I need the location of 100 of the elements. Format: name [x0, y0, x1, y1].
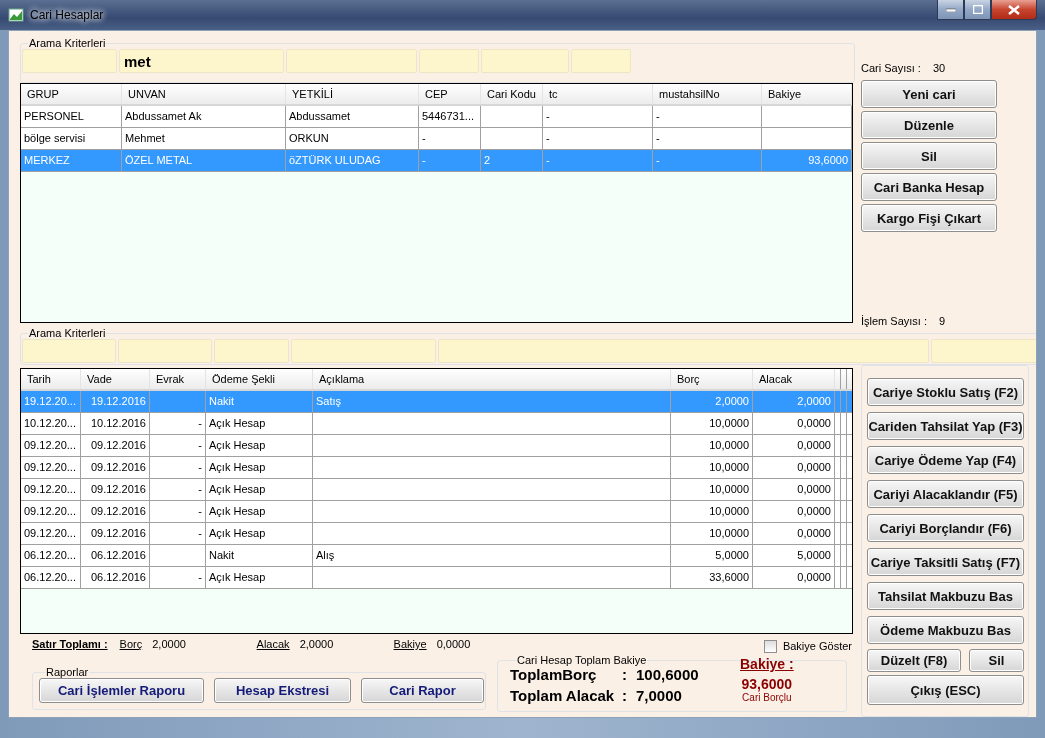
table-row[interactable]: 10.12.20... 10.12.2016 - Açık Hesap 10,0000 0,0000 — [21, 413, 852, 435]
action-button[interactable]: Cariye Taksitli Satış (F7) — [867, 548, 1024, 576]
column-header[interactable]: Vade — [81, 369, 150, 389]
action-button[interactable]: Düzenle — [861, 111, 997, 139]
table-cell: - — [150, 567, 206, 588]
column-header[interactable]: Tarih — [21, 369, 81, 389]
table-row[interactable]: 09.12.20... 09.12.2016 - Açık Hesap 10,0000 0,0000 — [21, 457, 852, 479]
action-button[interactable]: Sil — [861, 142, 997, 170]
column-header[interactable]: YETKİLİ — [286, 84, 419, 104]
close-icon — [1008, 4, 1020, 15]
total-label: Toplam Alacak — [510, 687, 616, 704]
table-cell: 06.12.2016 — [81, 545, 150, 566]
column-header[interactable]: UNVAN — [122, 84, 286, 104]
table-cell: öZTÜRK ULUDAG — [286, 150, 419, 171]
table-row[interactable]: 06.12.20... 06.12.2016 Nakit Alış 5,0000 5,0000 — [21, 545, 852, 567]
input-field[interactable] — [419, 49, 479, 73]
column-header[interactable]: Evrak — [150, 369, 206, 389]
table-row[interactable]: bölge servisi Mehmet ORKUN - - - — [21, 128, 852, 150]
table-row[interactable]: PERSONEL Abdussamet Ak Abdussamet 5446731... - - — [21, 106, 852, 128]
totals-label: Satır Toplamı : — [32, 638, 108, 650]
column-header[interactable]: CEP — [419, 84, 481, 104]
input-field[interactable] — [571, 49, 631, 73]
action-button[interactable]: Cari Banka Hesap — [861, 173, 997, 201]
column-header[interactable]: tc — [543, 84, 653, 104]
delete-button[interactable]: Sil — [969, 649, 1024, 672]
input-field[interactable] — [291, 339, 436, 363]
totals-item-label: Bakiye — [393, 638, 427, 650]
balance-value: 93,6000 — [741, 676, 793, 692]
table-cell: - — [150, 413, 206, 434]
table-cell: Açık Hesap — [206, 479, 313, 500]
count-label: Cari Sayısı : — [861, 62, 921, 74]
table-cell: 06.12.20... — [21, 567, 81, 588]
maximize-button[interactable] — [964, 0, 991, 20]
table-cell: 09.12.2016 — [81, 457, 150, 478]
action-button[interactable]: Ödeme Makbuzu Bas — [867, 616, 1024, 644]
table-cell: 09.12.20... — [21, 457, 81, 478]
minimize-button[interactable] — [937, 0, 964, 20]
report-button[interactable]: Cari İşlemler Raporu — [39, 678, 204, 703]
balance-status: Cari Borçlu — [742, 692, 792, 703]
table-row[interactable]: 09.12.20... 09.12.2016 - Açık Hesap 10,0000 0,0000 — [21, 479, 852, 501]
input-field[interactable] — [286, 49, 417, 73]
action-button[interactable]: Tahsilat Makbuzu Bas — [867, 582, 1024, 610]
column-header[interactable]: Alacak — [753, 369, 835, 389]
exit-button[interactable]: Çıkış (ESC) — [867, 675, 1024, 705]
totals-item-value: 2,0000 — [152, 638, 186, 650]
table-cell: 19.12.20... — [21, 391, 81, 412]
table-cell: 09.12.2016 — [81, 501, 150, 522]
table-cell: Satış — [313, 391, 671, 412]
action-button[interactable]: Cariyi Alacaklandır (F5) — [867, 480, 1024, 508]
close-button[interactable] — [991, 0, 1037, 20]
count-label: İşlem Sayısı : — [861, 315, 928, 327]
column-header[interactable]: Ödeme Şekli — [206, 369, 313, 389]
table-cell: Açık Hesap — [206, 501, 313, 522]
table-cell: 09.12.2016 — [81, 435, 150, 456]
action-button[interactable]: Yeni cari — [861, 80, 997, 108]
table-cell: - — [150, 523, 206, 544]
table-cell: 09.12.20... — [21, 523, 81, 544]
input-field[interactable] — [214, 339, 289, 363]
table-cell: 10.12.2016 — [81, 413, 150, 434]
table-cell: 0,0000 — [753, 479, 835, 500]
table-cell: 09.12.20... — [21, 501, 81, 522]
input-field[interactable] — [481, 49, 569, 73]
window-title: Cari Hesaplar — [30, 8, 104, 22]
group-label: Arama Kriterleri — [28, 37, 107, 49]
column-header[interactable]: Bakiye — [762, 84, 852, 104]
table-cell: - — [419, 128, 481, 149]
report-button[interactable]: Hesap Ekstresi — [214, 678, 351, 703]
total-value: 7,0000 — [636, 687, 682, 704]
input-field[interactable] — [22, 49, 117, 73]
action-button[interactable]: Cariden Tahsilat Yap (F3) — [867, 412, 1024, 440]
table-cell: 2,0000 — [753, 391, 835, 412]
input-field[interactable] — [438, 339, 929, 363]
action-button[interactable]: Kargo Fişi Çıkart — [861, 204, 997, 232]
edit-button[interactable]: Düzelt (F8) — [867, 649, 961, 672]
table-cell: - — [150, 457, 206, 478]
input-field[interactable]: met — [119, 49, 284, 73]
report-button[interactable]: Cari Rapor — [361, 678, 484, 703]
column-header[interactable]: mustahsilNo — [653, 84, 762, 104]
column-header[interactable]: Cari Kodu — [481, 84, 543, 104]
table-cell: bölge servisi — [21, 128, 122, 149]
input-field[interactable] — [22, 339, 116, 363]
checkbox[interactable] — [763, 639, 777, 653]
table-row[interactable]: 09.12.20... 09.12.2016 - Açık Hesap 10,0000 0,0000 — [21, 523, 852, 545]
table-row[interactable]: 06.12.20... 06.12.2016 - Açık Hesap 33,6000 0,0000 — [21, 567, 852, 589]
table-row[interactable]: 09.12.20... 09.12.2016 - Açık Hesap 10,0000 0,0000 — [21, 435, 852, 457]
table-cell: ÖZEL METAL — [122, 150, 286, 171]
action-button[interactable]: Cariye Stoklu Satış (F2) — [867, 378, 1024, 406]
action-button[interactable]: Cariyi Borçlandır (F6) — [867, 514, 1024, 542]
group-label: Arama Kriterleri — [28, 327, 107, 339]
input-field[interactable] — [118, 339, 212, 363]
totals-item-label: Borç — [119, 638, 143, 650]
table-cell: 0,0000 — [753, 435, 835, 456]
table-row[interactable]: 09.12.20... 09.12.2016 - Açık Hesap 10,0000 0,0000 — [21, 501, 852, 523]
column-header[interactable]: Açıklama — [313, 369, 671, 389]
action-button[interactable]: Cariye Ödeme Yap (F4) — [867, 446, 1024, 474]
column-header[interactable]: GRUP — [21, 84, 122, 104]
input-field[interactable] — [931, 339, 1036, 363]
table-cell: 06.12.2016 — [81, 567, 150, 588]
column-header[interactable]: Borç — [671, 369, 753, 389]
chart-icon — [8, 7, 24, 23]
